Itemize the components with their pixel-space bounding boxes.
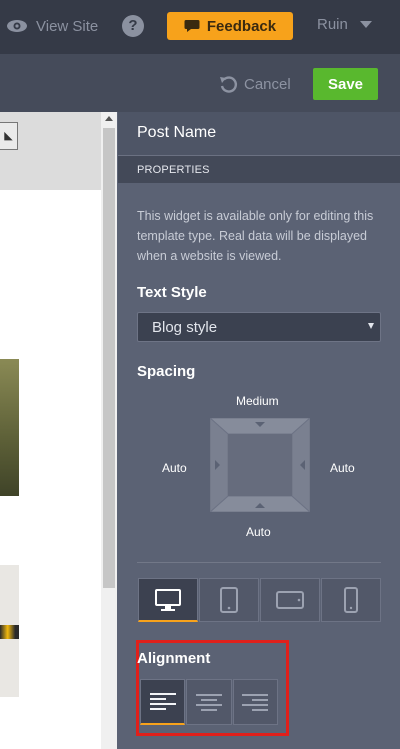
eye-icon <box>6 19 28 33</box>
page-canvas[interactable]: ◣ <box>0 112 117 749</box>
align-right-button[interactable] <box>232 679 278 725</box>
alignment-label: Alignment <box>137 650 211 667</box>
feedback-label: Feedback <box>206 17 277 35</box>
align-left-button[interactable] <box>140 679 186 725</box>
properties-section-header: PROPERTIES <box>118 155 400 183</box>
device-mobile-button[interactable] <box>321 578 381 622</box>
properties-panel: Post Name PROPERTIES This widget is avai… <box>118 112 400 749</box>
tablet-portrait-icon <box>220 587 238 613</box>
canvas-scrollbar[interactable] <box>101 112 117 749</box>
chevron-down-icon <box>359 21 372 28</box>
scroll-up-icon[interactable] <box>105 116 113 121</box>
desktop-icon <box>155 588 181 611</box>
align-center-button[interactable] <box>186 679 232 725</box>
chat-bubble-icon <box>184 20 200 32</box>
text-style-select[interactable]: Blog style <box>137 312 381 342</box>
chevron-down-icon <box>368 323 374 329</box>
mobile-icon <box>344 587 358 613</box>
text-style-label: Text Style <box>137 284 207 301</box>
user-name: Ruin <box>317 16 348 33</box>
help-icon[interactable]: ? <box>122 15 144 37</box>
canvas-header: ◣ <box>0 112 101 190</box>
device-desktop-button[interactable] <box>138 578 198 622</box>
spacing-box-model[interactable] <box>208 416 312 514</box>
view-site-link[interactable]: View Site <box>6 15 98 37</box>
divider <box>137 562 381 563</box>
save-button[interactable]: Save <box>313 68 378 100</box>
align-right-icon <box>242 693 269 711</box>
preview-image <box>0 359 19 496</box>
text-style-value: Blog style <box>152 319 218 336</box>
widget-description: This widget is available only for editin… <box>137 209 374 263</box>
device-tablet-landscape-button[interactable] <box>260 578 320 622</box>
canvas-control[interactable]: ◣ <box>0 122 18 150</box>
spacing-right-value[interactable]: Auto <box>330 461 355 475</box>
panel-title: Post Name <box>118 112 400 155</box>
user-menu[interactable]: Ruin <box>317 16 372 33</box>
device-tablet-portrait-button[interactable] <box>199 578 259 622</box>
alignment-buttons <box>140 679 278 725</box>
cancel-label: Cancel <box>244 75 291 93</box>
align-center-icon <box>195 693 222 711</box>
feedback-button[interactable]: Feedback <box>167 12 293 40</box>
undo-icon <box>220 76 237 93</box>
spacing-left-value[interactable]: Auto <box>162 461 187 475</box>
preview-image <box>0 565 19 697</box>
device-switcher <box>138 578 381 622</box>
spacing-label: Spacing <box>137 363 196 380</box>
top-bar: View Site ? Feedback Ruin <box>0 0 400 54</box>
spacing-top-value[interactable]: Medium <box>236 394 279 408</box>
cancel-button[interactable]: Cancel <box>218 74 291 94</box>
scroll-thumb[interactable] <box>103 128 115 588</box>
editor-toolbar: Cancel Save <box>0 54 400 112</box>
align-left-icon <box>149 693 176 710</box>
view-site-label: View Site <box>36 17 99 35</box>
tablet-landscape-icon <box>276 591 304 609</box>
spacing-bottom-value[interactable]: Auto <box>246 525 271 539</box>
